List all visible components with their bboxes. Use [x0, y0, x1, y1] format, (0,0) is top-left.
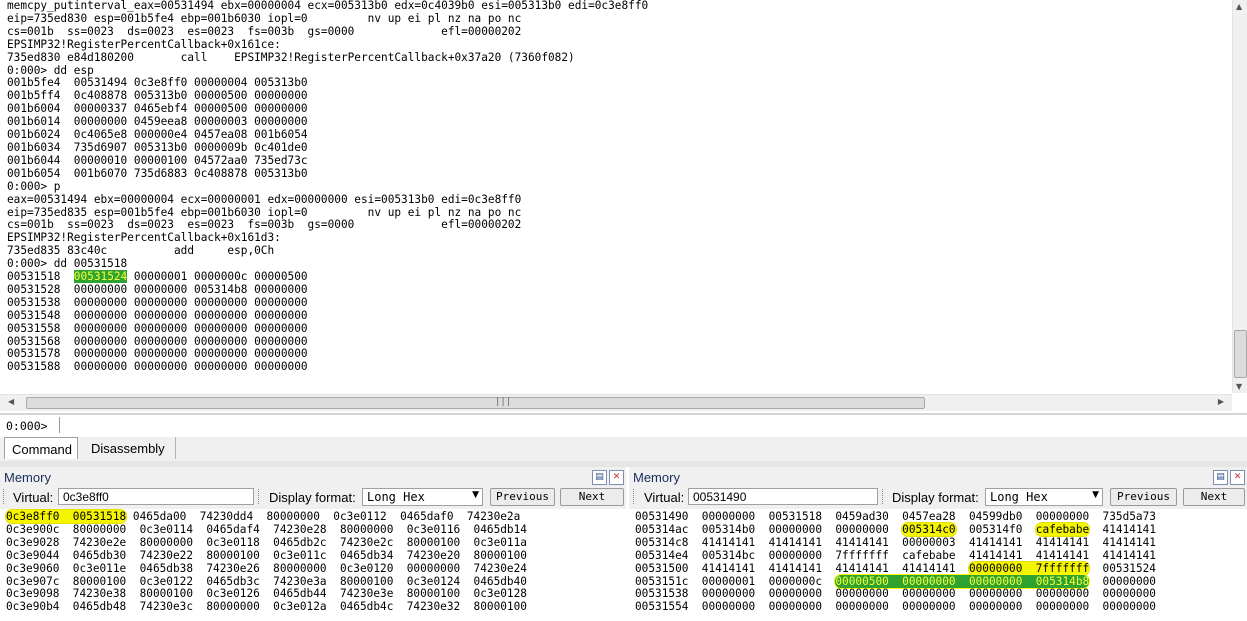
virtual-address-input[interactable]: [688, 488, 878, 505]
vertical-scroll-thumb[interactable]: [1234, 330, 1247, 378]
memory-row: 005314ac 005314b0 00000000 00000000 0053…: [629, 522, 1247, 537]
memory-row-part: 00531500 41414141 41414141 41414141 4141…: [635, 561, 969, 575]
memory-title: Memory: [4, 470, 51, 485]
toolbar-separator: [258, 489, 262, 504]
memory-dump-left[interactable]: 0c3e8ff0 00531518 0465da00 74230dd4 8000…: [0, 510, 626, 621]
memory-row-part: 41414141: [1089, 522, 1156, 536]
display-format-value: Long Hex: [990, 490, 1048, 504]
tab-command[interactable]: Command: [4, 437, 78, 459]
highlighted-value: 00000000 7fffffff: [968, 561, 1090, 575]
dump-rest: 00000001 0000000c 00000500: [127, 270, 308, 284]
memory-toolbar: Virtual: Display format: Long Hex ▼ Previ…: [629, 487, 1247, 509]
toolbar-separator: [882, 489, 886, 504]
memory-row: 0c3e9028 74230e2e 80000000 0c3e0118 0465…: [6, 535, 527, 549]
vertical-scrollbar[interactable]: ▲ ▼: [1232, 0, 1247, 393]
memory-title-bar: Memory ▤ ✕: [629, 467, 1247, 487]
memory-toolbar: Virtual: Display format: Long Hex ▼ Previ…: [0, 487, 626, 509]
memory-row-part: 00000000: [1089, 574, 1156, 588]
memory-row: 0c3e9060 0c3e011e 0465db38 74230e26 8000…: [6, 561, 527, 575]
scroll-right-arrow-icon[interactable]: ▶: [1218, 397, 1224, 406]
window-menu-icon[interactable]: ▤: [592, 470, 607, 485]
memory-row: 0c3e90b4 0465db48 74230e3c 80000000 0c3e…: [6, 600, 527, 614]
memory-row: 005314c8 41414141 41414141 41414141 0000…: [635, 535, 1156, 549]
next-button[interactable]: Next: [560, 488, 624, 506]
memory-row-rest: 0465da00 74230dd4 80000000 0c3e0112 0465…: [126, 510, 521, 523]
memory-row-part: 005314ac 005314b0 00000000 00000000: [635, 522, 903, 536]
close-icon[interactable]: ✕: [1230, 470, 1245, 485]
close-icon[interactable]: ✕: [609, 470, 624, 485]
tab-disassembly[interactable]: Disassembly: [84, 437, 176, 459]
memory-row-part: 00531524: [1089, 561, 1156, 575]
previous-button[interactable]: Previous: [490, 488, 555, 506]
memory-row-part: 005314f0: [955, 522, 1036, 536]
toolbar-grip: [633, 489, 637, 504]
window-menu-icon[interactable]: ▤: [1213, 470, 1228, 485]
scroll-down-arrow-icon[interactable]: ▼: [1236, 382, 1242, 391]
display-format-select[interactable]: Long Hex ▼: [985, 488, 1103, 506]
horizontal-scrollbar[interactable]: ◀ ||| ▶: [0, 394, 1232, 411]
virtual-label: Virtual:: [13, 490, 54, 505]
memory-window-right: Memory ▤✕ Virtual: Display format: Long …: [629, 467, 1247, 621]
display-format-value: Long Hex: [367, 490, 425, 504]
tab-bar: Command Disassembly: [0, 437, 1247, 461]
prompt-label: 0:000>: [6, 419, 48, 433]
virtual-label: Virtual:: [644, 490, 685, 505]
chevron-down-icon: ▼: [472, 490, 479, 500]
highlighted-value: 005314c0: [902, 522, 956, 536]
grip-icon: |||: [495, 397, 512, 407]
display-format-label: Display format:: [269, 490, 356, 505]
virtual-address-input[interactable]: [58, 488, 254, 505]
display-format-label: Display format:: [892, 490, 979, 505]
horizontal-scroll-thumb[interactable]: |||: [26, 397, 925, 409]
dump-address: 00531518: [7, 270, 74, 284]
scroll-up-arrow-icon[interactable]: ▲: [1236, 2, 1242, 11]
memory-title: Memory: [633, 470, 680, 485]
memory-row: 0c3e9044 0465db30 74230e22 80000100 0c3e…: [6, 548, 527, 562]
scroll-left-arrow-icon[interactable]: ◀: [8, 397, 14, 406]
memory-row: 0c3e8ff0 00531518 0465da00 74230dd4 8000…: [0, 510, 626, 524]
next-button[interactable]: Next: [1183, 488, 1245, 506]
toolbar-grip: [3, 489, 7, 504]
memory-dump-right[interactable]: 00531490 00000000 00531518 0459ad30 0457…: [629, 510, 1247, 621]
highlighted-value: cafebabe: [1035, 522, 1090, 536]
command-input[interactable]: [59, 417, 1247, 433]
memory-title-bar: Memory ▤ ✕: [0, 467, 626, 487]
memory-row: 0c3e900c 80000000 0c3e0114 0465daf4 7423…: [6, 522, 527, 536]
chevron-down-icon: ▼: [1092, 490, 1099, 500]
command-output-highlight-line: 00531518 00531524 00000001 0000000c 0000…: [0, 270, 1232, 284]
highlighted-address-value: 0c3e8ff0 00531518: [6, 510, 127, 523]
memory-window-left: Memory ▤✕ Virtual: Display format: Long …: [0, 467, 626, 621]
command-output-text-tail: 00531528 00000000 00000000 005314b8 0000…: [7, 282, 308, 374]
previous-button[interactable]: Previous: [1110, 488, 1177, 506]
command-output-pane[interactable]: memcpy_putinterval_eax=00531494 ebx=0000…: [0, 0, 1232, 380]
display-format-select[interactable]: Long Hex ▼: [362, 488, 483, 506]
command-output-text: memcpy_putinterval_eax=00531494 ebx=0000…: [7, 0, 649, 271]
memory-row: 00531554 00000000 00000000 00000000 0000…: [635, 600, 1156, 614]
memory-row-part: 0053151c 00000001 0000000c: [635, 574, 836, 588]
highlighted-value: 00000500 00000000 00000000 005314b8: [835, 574, 1090, 588]
command-prompt-row: 0:000>: [0, 413, 1247, 439]
highlighted-value: 00531524: [73, 270, 128, 284]
